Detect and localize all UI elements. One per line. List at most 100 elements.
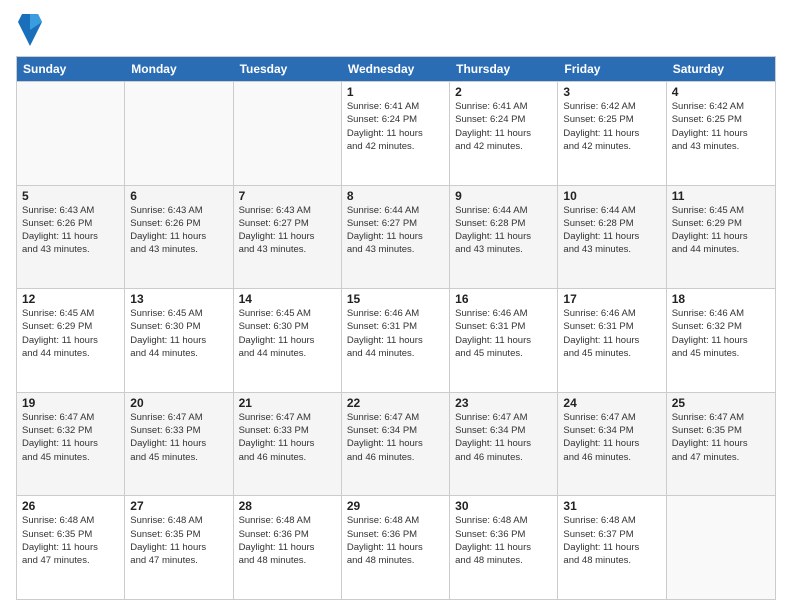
empty-cell xyxy=(125,82,233,185)
day-info: Sunrise: 6:42 AM Sunset: 6:25 PM Dayligh… xyxy=(672,100,770,153)
day-number: 30 xyxy=(455,499,552,513)
day-number: 27 xyxy=(130,499,227,513)
empty-cell xyxy=(667,496,775,599)
day-cell-8: 8Sunrise: 6:44 AM Sunset: 6:27 PM Daylig… xyxy=(342,186,450,289)
day-number: 4 xyxy=(672,85,770,99)
day-cell-14: 14Sunrise: 6:45 AM Sunset: 6:30 PM Dayli… xyxy=(234,289,342,392)
calendar-week-4: 19Sunrise: 6:47 AM Sunset: 6:32 PM Dayli… xyxy=(17,392,775,496)
day-info: Sunrise: 6:43 AM Sunset: 6:27 PM Dayligh… xyxy=(239,204,336,257)
day-cell-2: 2Sunrise: 6:41 AM Sunset: 6:24 PM Daylig… xyxy=(450,82,558,185)
calendar-week-1: 1Sunrise: 6:41 AM Sunset: 6:24 PM Daylig… xyxy=(17,81,775,185)
day-number: 5 xyxy=(22,189,119,203)
day-info: Sunrise: 6:47 AM Sunset: 6:35 PM Dayligh… xyxy=(672,411,770,464)
page: SundayMondayTuesdayWednesdayThursdayFrid… xyxy=(0,0,792,612)
day-number: 18 xyxy=(672,292,770,306)
day-info: Sunrise: 6:47 AM Sunset: 6:33 PM Dayligh… xyxy=(239,411,336,464)
day-info: Sunrise: 6:42 AM Sunset: 6:25 PM Dayligh… xyxy=(563,100,660,153)
calendar-header: SundayMondayTuesdayWednesdayThursdayFrid… xyxy=(17,57,775,81)
day-cell-23: 23Sunrise: 6:47 AM Sunset: 6:34 PM Dayli… xyxy=(450,393,558,496)
day-cell-4: 4Sunrise: 6:42 AM Sunset: 6:25 PM Daylig… xyxy=(667,82,775,185)
day-cell-16: 16Sunrise: 6:46 AM Sunset: 6:31 PM Dayli… xyxy=(450,289,558,392)
day-cell-11: 11Sunrise: 6:45 AM Sunset: 6:29 PM Dayli… xyxy=(667,186,775,289)
day-cell-27: 27Sunrise: 6:48 AM Sunset: 6:35 PM Dayli… xyxy=(125,496,233,599)
calendar: SundayMondayTuesdayWednesdayThursdayFrid… xyxy=(16,56,776,600)
day-cell-12: 12Sunrise: 6:45 AM Sunset: 6:29 PM Dayli… xyxy=(17,289,125,392)
day-number: 31 xyxy=(563,499,660,513)
day-info: Sunrise: 6:45 AM Sunset: 6:30 PM Dayligh… xyxy=(130,307,227,360)
day-cell-7: 7Sunrise: 6:43 AM Sunset: 6:27 PM Daylig… xyxy=(234,186,342,289)
day-number: 28 xyxy=(239,499,336,513)
day-cell-19: 19Sunrise: 6:47 AM Sunset: 6:32 PM Dayli… xyxy=(17,393,125,496)
day-number: 20 xyxy=(130,396,227,410)
day-cell-9: 9Sunrise: 6:44 AM Sunset: 6:28 PM Daylig… xyxy=(450,186,558,289)
day-number: 9 xyxy=(455,189,552,203)
calendar-week-5: 26Sunrise: 6:48 AM Sunset: 6:35 PM Dayli… xyxy=(17,495,775,599)
day-cell-10: 10Sunrise: 6:44 AM Sunset: 6:28 PM Dayli… xyxy=(558,186,666,289)
day-cell-31: 31Sunrise: 6:48 AM Sunset: 6:37 PM Dayli… xyxy=(558,496,666,599)
day-info: Sunrise: 6:48 AM Sunset: 6:37 PM Dayligh… xyxy=(563,514,660,567)
day-info: Sunrise: 6:47 AM Sunset: 6:33 PM Dayligh… xyxy=(130,411,227,464)
day-number: 7 xyxy=(239,189,336,203)
day-info: Sunrise: 6:43 AM Sunset: 6:26 PM Dayligh… xyxy=(130,204,227,257)
day-number: 15 xyxy=(347,292,444,306)
day-number: 8 xyxy=(347,189,444,203)
day-cell-6: 6Sunrise: 6:43 AM Sunset: 6:26 PM Daylig… xyxy=(125,186,233,289)
day-info: Sunrise: 6:48 AM Sunset: 6:36 PM Dayligh… xyxy=(239,514,336,567)
day-cell-29: 29Sunrise: 6:48 AM Sunset: 6:36 PM Dayli… xyxy=(342,496,450,599)
day-number: 2 xyxy=(455,85,552,99)
day-number: 23 xyxy=(455,396,552,410)
day-info: Sunrise: 6:47 AM Sunset: 6:34 PM Dayligh… xyxy=(455,411,552,464)
day-cell-21: 21Sunrise: 6:47 AM Sunset: 6:33 PM Dayli… xyxy=(234,393,342,496)
day-info: Sunrise: 6:44 AM Sunset: 6:28 PM Dayligh… xyxy=(455,204,552,257)
calendar-week-2: 5 Sunrise: 6:43 AM Sunset: 6:26 PM Daylig… xyxy=(17,185,775,289)
day-number: 12 xyxy=(22,292,119,306)
day-cell-5: 5Sunrise: 6:43 AM Sunset: 6:26 PM Daylig… xyxy=(17,186,125,289)
day-cell-3: 3Sunrise: 6:42 AM Sunset: 6:25 PM Daylig… xyxy=(558,82,666,185)
day-cell-22: 22Sunrise: 6:47 AM Sunset: 6:34 PM Dayli… xyxy=(342,393,450,496)
day-cell-13: 13Sunrise: 6:45 AM Sunset: 6:30 PM Dayli… xyxy=(125,289,233,392)
logo xyxy=(16,12,44,48)
day-number: 21 xyxy=(239,396,336,410)
day-cell-25: 25Sunrise: 6:47 AM Sunset: 6:35 PM Dayli… xyxy=(667,393,775,496)
day-header-monday: Monday xyxy=(125,57,233,81)
day-info: Sunrise: 6:44 AM Sunset: 6:27 PM Dayligh… xyxy=(347,204,444,257)
day-info: Sunrise: 6:47 AM Sunset: 6:32 PM Dayligh… xyxy=(22,411,119,464)
logo-icon xyxy=(16,12,44,48)
day-info: Sunrise: 6:46 AM Sunset: 6:32 PM Dayligh… xyxy=(672,307,770,360)
day-cell-26: 26Sunrise: 6:48 AM Sunset: 6:35 PM Dayli… xyxy=(17,496,125,599)
day-number: 17 xyxy=(563,292,660,306)
day-number: 10 xyxy=(563,189,660,203)
day-cell-17: 17Sunrise: 6:46 AM Sunset: 6:31 PM Dayli… xyxy=(558,289,666,392)
day-cell-24: 24Sunrise: 6:47 AM Sunset: 6:34 PM Dayli… xyxy=(558,393,666,496)
day-header-friday: Friday xyxy=(558,57,666,81)
day-number: 1 xyxy=(347,85,444,99)
day-number: 29 xyxy=(347,499,444,513)
calendar-week-3: 12Sunrise: 6:45 AM Sunset: 6:29 PM Dayli… xyxy=(17,288,775,392)
day-number: 6 xyxy=(130,189,227,203)
day-info: Sunrise: 6:48 AM Sunset: 6:35 PM Dayligh… xyxy=(22,514,119,567)
empty-cell xyxy=(17,82,125,185)
day-info: Sunrise: 6:48 AM Sunset: 6:36 PM Dayligh… xyxy=(455,514,552,567)
day-number: 26 xyxy=(22,499,119,513)
day-info: Sunrise: 6:47 AM Sunset: 6:34 PM Dayligh… xyxy=(563,411,660,464)
day-header-sunday: Sunday xyxy=(17,57,125,81)
day-info: Sunrise: 6:45 AM Sunset: 6:30 PM Dayligh… xyxy=(239,307,336,360)
day-cell-15: 15Sunrise: 6:46 AM Sunset: 6:31 PM Dayli… xyxy=(342,289,450,392)
day-info: Sunrise: 6:48 AM Sunset: 6:35 PM Dayligh… xyxy=(130,514,227,567)
empty-cell xyxy=(234,82,342,185)
calendar-body: 1Sunrise: 6:41 AM Sunset: 6:24 PM Daylig… xyxy=(17,81,775,599)
day-info: Sunrise: 6:41 AM Sunset: 6:24 PM Dayligh… xyxy=(347,100,444,153)
day-info: Sunrise: 6:46 AM Sunset: 6:31 PM Dayligh… xyxy=(455,307,552,360)
header xyxy=(16,12,776,48)
day-cell-1: 1Sunrise: 6:41 AM Sunset: 6:24 PM Daylig… xyxy=(342,82,450,185)
day-number: 16 xyxy=(455,292,552,306)
day-cell-18: 18Sunrise: 6:46 AM Sunset: 6:32 PM Dayli… xyxy=(667,289,775,392)
day-cell-20: 20Sunrise: 6:47 AM Sunset: 6:33 PM Dayli… xyxy=(125,393,233,496)
day-number: 13 xyxy=(130,292,227,306)
day-info: Sunrise: 6:47 AM Sunset: 6:34 PM Dayligh… xyxy=(347,411,444,464)
day-number: 19 xyxy=(22,396,119,410)
day-info: Sunrise: 6:44 AM Sunset: 6:28 PM Dayligh… xyxy=(563,204,660,257)
day-info: Sunrise: 6:45 AM Sunset: 6:29 PM Dayligh… xyxy=(672,204,770,257)
day-header-wednesday: Wednesday xyxy=(342,57,450,81)
day-cell-28: 28Sunrise: 6:48 AM Sunset: 6:36 PM Dayli… xyxy=(234,496,342,599)
